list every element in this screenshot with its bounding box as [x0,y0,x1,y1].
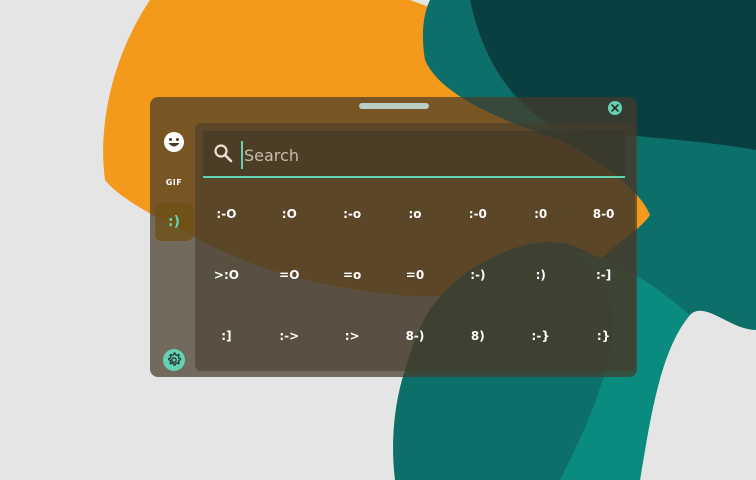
search-icon [214,144,233,163]
sidebar-item-label: GIF [165,177,183,187]
emoticon-item[interactable]: :] [195,305,258,366]
emoticon-item[interactable]: :) [509,244,572,305]
emoticon-item[interactable]: 8-0 [572,183,635,244]
emoticon-grid: :-O:O:-o:o:-0:0 8-0 >:O =O =o =0:-):):-]:]:->… [195,183,635,363]
gear-icon [163,349,185,371]
emoticon-item[interactable]: :O [258,183,321,244]
emoticon-item[interactable]: :-} [509,305,572,366]
emoticon-item[interactable]: >:O [195,244,258,305]
sidebar-item-label: :) [168,214,180,230]
settings-button[interactable] [155,341,193,379]
emoticon-content: :-O:O:-o:o:-0:08-0 >:O=O=o=0:-):):-]:]:->… [195,123,635,371]
search-input[interactable] [241,141,616,169]
emoticon-item[interactable]: :} [572,305,635,366]
emoticon-item[interactable]: :-o [321,183,384,244]
drag-handle[interactable] [359,103,429,109]
emoticon-item[interactable]: :0 [509,183,572,244]
category-sidebar: GIF :) [154,123,194,373]
smiley-icon [164,132,184,152]
close-button[interactable] [608,101,622,115]
sidebar-item-emoticons[interactable]: :) [155,203,193,241]
emoticon-item[interactable]: :-> [258,305,321,366]
close-icon [611,104,619,112]
search-bar [203,131,625,178]
emoticon-item[interactable]: :-) [446,244,509,305]
emoticon-item[interactable]: :> [321,305,384,366]
emoticon-item[interactable]: 8) [446,305,509,366]
sidebar-item-gif[interactable]: GIF [155,163,193,201]
emoticon-item[interactable]: =0 [384,244,447,305]
emoticon-item[interactable]: :-] [572,244,635,305]
sidebar-item-emoji[interactable] [155,123,193,161]
emoji-picker-panel: GIF :) :-O:O:-o:o:-0:08-0 >:O=O=o=0:-):):… [150,97,637,377]
emoticon-item[interactable]: :-0 [446,183,509,244]
emoticon-item[interactable]: :o [384,183,447,244]
emoticon-item[interactable]: =O [258,244,321,305]
emoticon-item[interactable]: 8-) [384,305,447,366]
emoticon-item[interactable]: :-O [195,183,258,244]
emoticon-item[interactable]: =o [321,244,384,305]
